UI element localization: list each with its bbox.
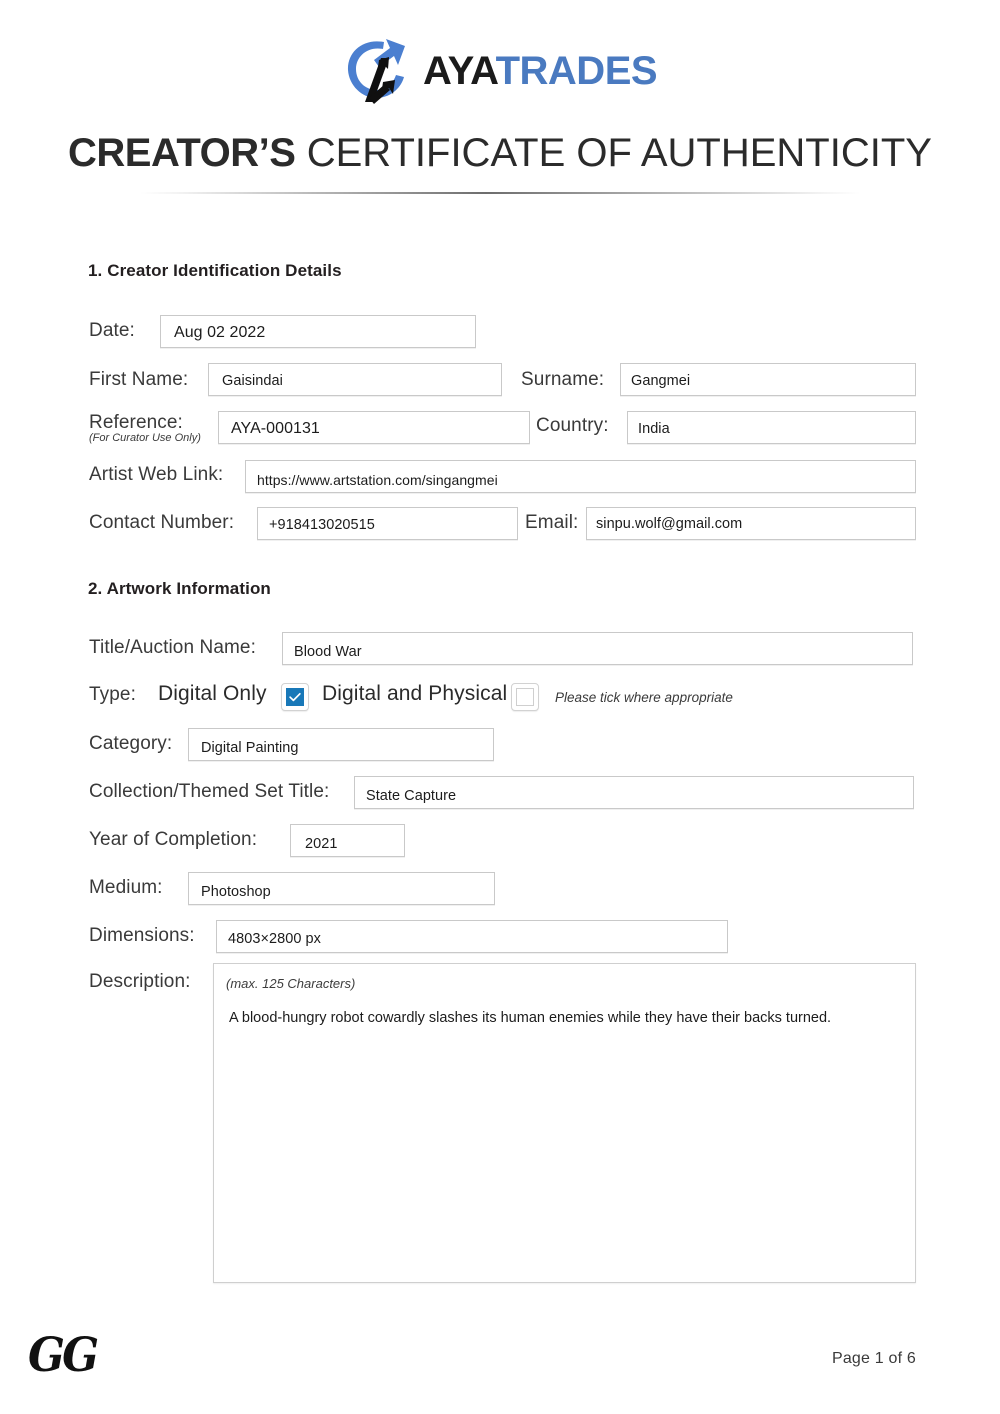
description-label: Description: — [89, 971, 191, 992]
page-title: CREATOR’S CERTIFICATE OF AUTHENTICITY — [0, 128, 1000, 178]
type-option-digital-only-label: Digital Only — [158, 682, 267, 705]
signature: GG — [28, 1328, 99, 1383]
description-value: A blood-hungry robot cowardly slashes it… — [229, 1010, 832, 1026]
type-tick-note: Please tick where appropriate — [555, 690, 733, 705]
reference-value: AYA-000131 — [231, 420, 320, 437]
title-divider — [140, 192, 860, 194]
dimensions-value: 4803×2800 px — [228, 931, 321, 947]
ayatrades-swoosh-logo-icon — [343, 36, 411, 106]
first-name-value: Gaisindai — [222, 373, 283, 389]
dimensions-label: Dimensions: — [89, 925, 195, 946]
reference-sublabel: (For Curator Use Only) — [89, 432, 201, 444]
surname-value: Gangmei — [631, 373, 691, 389]
title-auction-name-label: Title/Auction Name: — [89, 637, 256, 658]
date-label: Date: — [89, 320, 135, 341]
reference-label: Reference: — [89, 412, 183, 433]
page-title-light: CERTIFICATE OF AUTHENTICITY — [306, 131, 932, 175]
country-value: India — [638, 421, 670, 437]
brand-name-part2: TRADES — [495, 49, 658, 93]
section-heading-artwork-information: 2. Artwork Information — [88, 579, 271, 598]
year-of-completion-value: 2021 — [305, 836, 338, 852]
medium-value: Photoshop — [201, 884, 271, 900]
country-label: Country: — [536, 415, 609, 436]
description-hint: (max. 125 Characters) — [226, 976, 356, 991]
date-value: Aug 02 2022 — [174, 324, 266, 341]
type-label: Type: — [89, 684, 136, 705]
brand-header: AYATRADES — [0, 34, 1000, 108]
artist-web-link-value: https://www.artstation.com/singangmei — [257, 472, 498, 488]
medium-label: Medium: — [89, 877, 163, 898]
surname-label: Surname: — [521, 369, 605, 390]
category-value: Digital Painting — [201, 740, 299, 756]
title-auction-name-value: Blood War — [294, 644, 362, 660]
contact-number-label: Contact Number: — [89, 512, 235, 533]
brand-name-part1: AYA — [422, 49, 496, 93]
type-option-digital-and-physical-label: Digital and Physical — [322, 682, 508, 705]
section-heading-creator-identification: 1. Creator Identification Details — [88, 261, 342, 280]
checkbox-digital-and-physical[interactable] — [511, 683, 539, 711]
artist-web-link-label: Artist Web Link: — [89, 464, 224, 485]
country-input[interactable] — [627, 411, 916, 444]
collection-title-value: State Capture — [366, 788, 457, 804]
collection-title-label: Collection/Themed Set Title: — [89, 781, 330, 802]
page-title-strong: CREATOR’S — [68, 131, 296, 175]
first-name-label: First Name: — [89, 369, 189, 390]
contact-number-value: +918413020515 — [269, 517, 375, 533]
page-number: Page 1 of 6 — [831, 1350, 916, 1367]
title-auction-name-input[interactable] — [282, 632, 913, 665]
checkbox-digital-only[interactable] — [281, 683, 309, 711]
email-label: Email: — [525, 512, 579, 533]
email-value: sinpu.wolf@gmail.com — [596, 516, 743, 532]
brand-wordmark: AYATRADES — [422, 49, 658, 93]
category-label: Category: — [89, 733, 173, 754]
year-of-completion-label: Year of Completion: — [89, 829, 258, 850]
